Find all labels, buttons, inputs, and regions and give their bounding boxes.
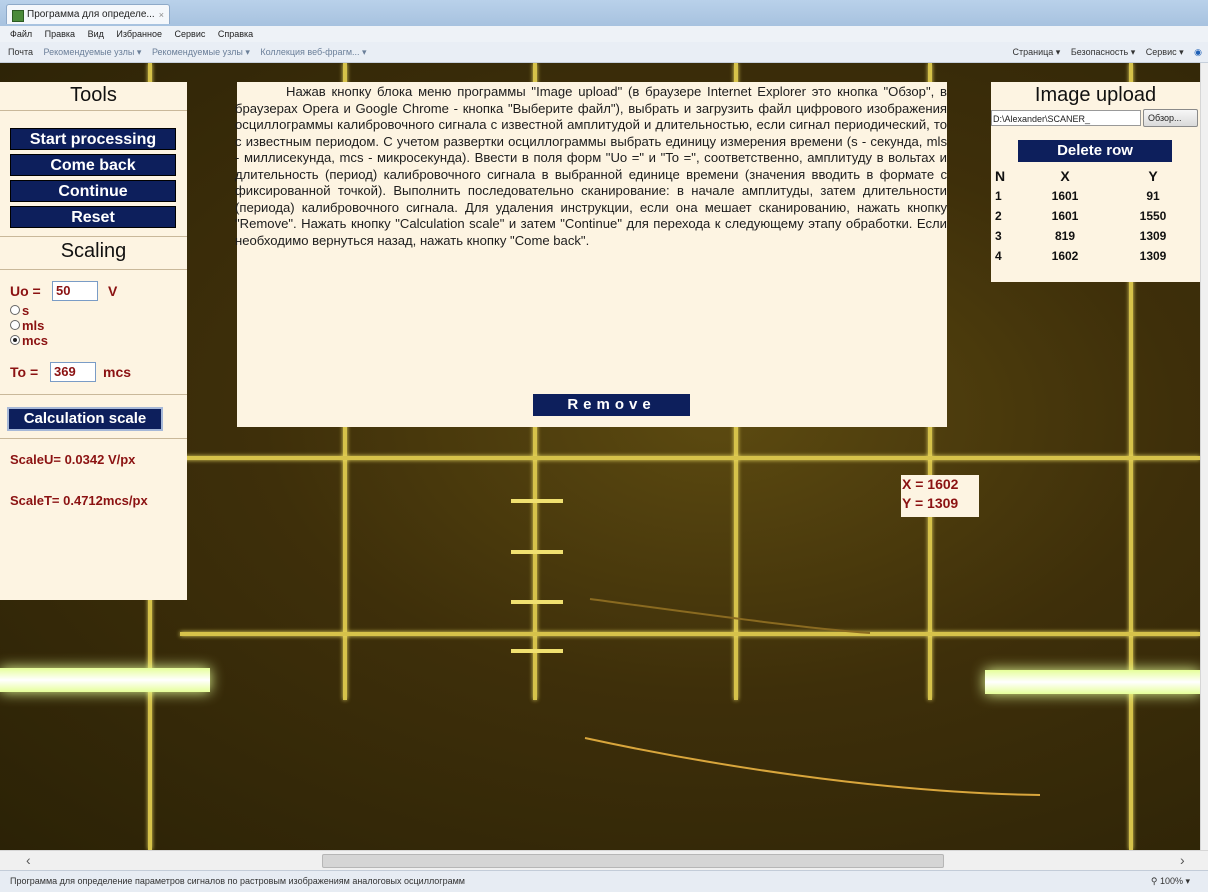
browser-title-bar: Программа для определе... × xyxy=(0,0,1208,26)
menu-favorites[interactable]: Избранное xyxy=(116,29,162,39)
divider xyxy=(0,438,187,439)
divider xyxy=(0,110,187,111)
table-header: N X Y xyxy=(995,166,1197,186)
row-y: 1550 xyxy=(1139,209,1167,223)
menu-tools[interactable]: Сервис xyxy=(175,29,206,39)
favorite-mail[interactable]: Почта xyxy=(8,47,33,57)
radio-mls[interactable]: mls xyxy=(10,318,45,333)
radio-mcs[interactable]: mcs xyxy=(10,333,49,348)
scaling-title: Scaling xyxy=(60,240,127,262)
scale-t-value: ScaleT= 0.4712mcs/px xyxy=(10,493,148,508)
divider xyxy=(0,269,187,270)
instructions-text: Нажав кнопку блока меню программы "Image… xyxy=(235,84,947,248)
radio-mcs-label: mcs xyxy=(22,333,49,348)
calculation-scale-button[interactable]: Calculation scale xyxy=(7,407,163,431)
zoom-level[interactable]: ⚲ 100% ▾ xyxy=(1151,871,1190,892)
uo-unit: V xyxy=(108,283,118,299)
favorites-bar: Почта Рекомендуемые узлы ▾ Рекомендуемые… xyxy=(0,42,1208,63)
to-input[interactable]: 369 xyxy=(50,362,96,382)
divider xyxy=(0,394,187,395)
table-row[interactable]: 2 1601 1550 xyxy=(995,206,1197,226)
menu-bar: Файл Правка Вид Избранное Сервис Справка xyxy=(0,26,1208,42)
favorite-web-slices[interactable]: Коллекция веб-фрагм... ▾ xyxy=(260,47,366,57)
oscillogram-canvas[interactable]: Tools Start processing Come back Continu… xyxy=(0,63,1200,850)
remove-button[interactable]: Remove xyxy=(533,394,690,416)
horizontal-scrollbar[interactable]: ‹ › xyxy=(0,850,1208,871)
row-n: 1 xyxy=(995,189,1002,203)
favorite-suggested-2[interactable]: Рекомендуемые узлы ▾ xyxy=(152,47,250,57)
header-x: X xyxy=(1060,168,1070,184)
start-processing-button[interactable]: Start processing xyxy=(10,128,176,150)
scale-u-value: ScaleU= 0.0342 V/px xyxy=(10,452,136,467)
row-x: 1601 xyxy=(1051,209,1079,223)
browse-button[interactable]: Обзор... xyxy=(1143,109,1198,127)
row-n: 3 xyxy=(995,229,1002,243)
menu-help[interactable]: Справка xyxy=(218,29,253,39)
header-y: Y xyxy=(1148,168,1158,184)
row-n: 4 xyxy=(995,249,1002,263)
row-x: 819 xyxy=(1054,229,1076,243)
zoom-value: 100% xyxy=(1159,876,1183,886)
tools-title: Tools xyxy=(70,84,117,106)
browser-tab[interactable]: Программа для определе... × xyxy=(6,4,170,24)
image-upload-panel: Image upload D:\Alexander\SCANER_ Обзор.… xyxy=(991,82,1200,282)
command-safety[interactable]: Безопасность ▾ xyxy=(1071,47,1135,57)
page-favicon-icon xyxy=(12,10,24,22)
row-n: 2 xyxy=(995,209,1002,223)
menu-edit[interactable]: Правка xyxy=(45,29,75,39)
command-tools[interactable]: Сервис ▾ xyxy=(1146,47,1184,57)
header-n: N xyxy=(995,168,1006,184)
cursor-y: Y = 1309 xyxy=(902,495,959,511)
radio-mls-icon[interactable] xyxy=(10,320,20,330)
file-path-input[interactable]: D:\Alexander\SCANER_ xyxy=(991,110,1141,126)
reset-button[interactable]: Reset xyxy=(10,206,176,228)
tab-title: Программа для определе... xyxy=(27,9,155,20)
uo-label: Uo = xyxy=(10,283,41,299)
row-y: 1309 xyxy=(1139,249,1167,263)
come-back-button[interactable]: Come back xyxy=(10,154,176,176)
help-icon[interactable]: ◉ xyxy=(1194,47,1202,57)
radio-s[interactable]: s xyxy=(10,303,30,318)
zoom-icon: ⚲ xyxy=(1150,876,1160,886)
continue-button[interactable]: Continue xyxy=(10,180,176,202)
instructions-panel: Нажав кнопку блока меню программы "Image… xyxy=(235,82,947,427)
row-x: 1602 xyxy=(1051,249,1079,263)
radio-s-icon[interactable] xyxy=(10,305,20,315)
to-label: To = xyxy=(10,364,39,380)
table-row[interactable]: 4 1602 1309 xyxy=(995,246,1197,266)
radio-mls-label: mls xyxy=(22,318,45,333)
cursor-x: X = 1602 xyxy=(902,476,959,492)
to-unit: mcs xyxy=(103,364,132,380)
radio-s-label: s xyxy=(22,303,30,318)
scroll-left-icon[interactable]: ‹ xyxy=(26,851,31,869)
table-row[interactable]: 1 1601 91 xyxy=(995,186,1197,206)
row-y: 1309 xyxy=(1139,229,1167,243)
points-table: N X Y 1 1601 91 2 1601 1550 3 819 1309 4 xyxy=(995,166,1197,266)
menu-file[interactable]: Файл xyxy=(10,29,32,39)
delete-row-button[interactable]: Delete row xyxy=(1018,140,1172,162)
uo-input[interactable]: 50 xyxy=(52,281,98,301)
row-y: 91 xyxy=(1146,189,1160,203)
status-text: Программа для определение параметров сиг… xyxy=(10,876,465,886)
scroll-thumb[interactable] xyxy=(322,854,944,868)
row-x: 1601 xyxy=(1051,189,1079,203)
status-bar: Программа для определение параметров сиг… xyxy=(0,870,1208,892)
radio-mcs-icon[interactable] xyxy=(10,335,20,345)
table-row[interactable]: 3 819 1309 xyxy=(995,226,1197,246)
favorite-suggested-1[interactable]: Рекомендуемые узлы ▾ xyxy=(44,47,142,57)
command-page[interactable]: Страница ▾ xyxy=(1013,47,1061,57)
image-upload-title: Image upload xyxy=(1034,84,1157,106)
menu-view[interactable]: Вид xyxy=(88,29,104,39)
command-bar: Страница ▾ Безопасность ▾ Сервис ▾ ◉ xyxy=(1005,42,1203,62)
divider xyxy=(0,236,187,237)
vertical-scrollbar[interactable] xyxy=(1200,63,1208,850)
cursor-coordinates: X = 1602 Y = 1309 xyxy=(901,475,979,517)
tools-panel: Tools Start processing Come back Continu… xyxy=(0,82,187,600)
tab-close-icon[interactable]: × xyxy=(159,5,164,24)
scroll-right-icon[interactable]: › xyxy=(1180,851,1185,869)
